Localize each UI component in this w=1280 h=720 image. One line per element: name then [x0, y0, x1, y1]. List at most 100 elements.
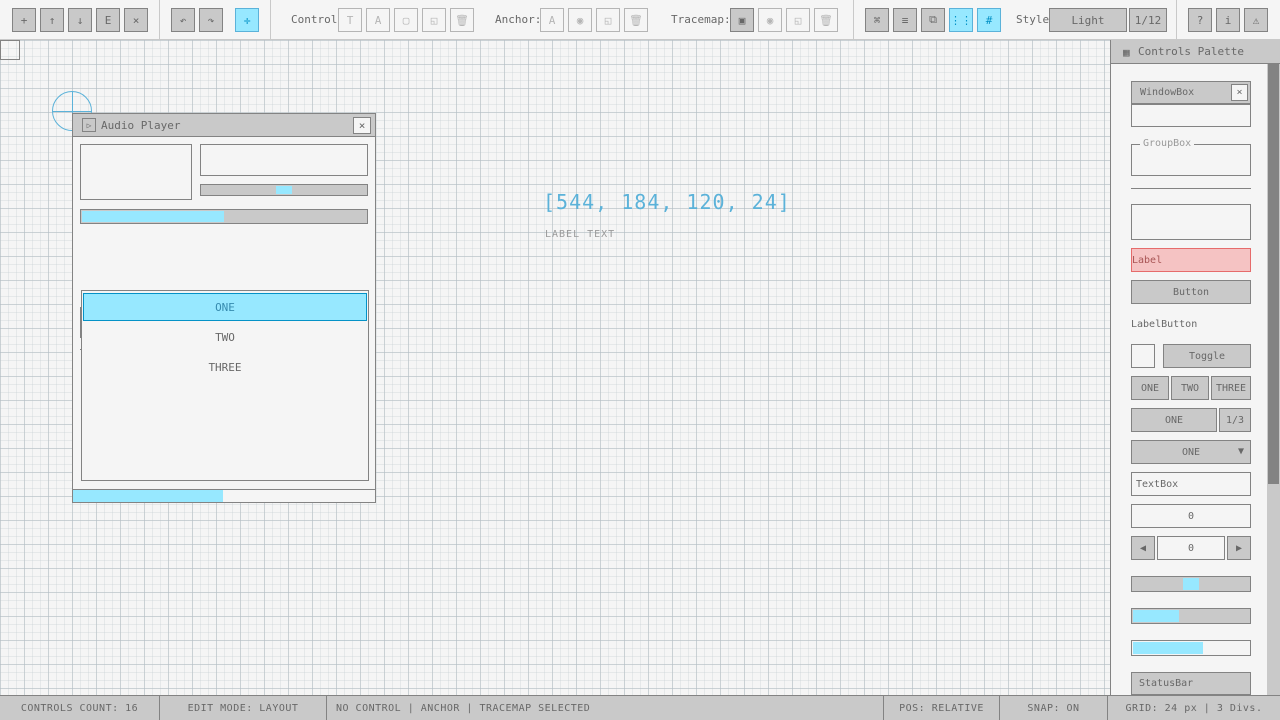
toolbar-divider [159, 0, 160, 40]
issue-button[interactable]: ⚠ [1244, 8, 1268, 32]
unlink-icon: ◱ [604, 13, 612, 27]
tracemap-delete-button[interactable]: 🗑 [814, 8, 838, 32]
palette-combobox[interactable]: ONE [1131, 408, 1217, 432]
palette-groupbox[interactable]: GroupBox [1131, 138, 1251, 176]
palette-header[interactable]: ▦ Controls Palette [1111, 40, 1280, 64]
control-text-button[interactable]: T [338, 8, 362, 32]
sliderbar-fill [1133, 610, 1179, 622]
palette-sliderbar[interactable] [1131, 608, 1251, 624]
toggle-group-three[interactable]: THREE [1211, 376, 1251, 400]
close-file-button[interactable]: × [124, 8, 148, 32]
status-grid: GRID: 24 px | 3 Divs. [1125, 702, 1263, 714]
palette-slider[interactable] [1131, 576, 1251, 592]
list-item[interactable]: THREE [83, 353, 367, 381]
palette-scrollbar[interactable] [1267, 64, 1280, 695]
toggle-group-label: TWO [1180, 382, 1200, 394]
status-progress-fill [73, 490, 223, 502]
list-item[interactable]: TWO [83, 323, 367, 351]
combobox-index[interactable]: 1/3 [1219, 408, 1251, 432]
lock-icon: ◱ [794, 13, 802, 27]
toggle-layers-button[interactable]: ⧉ [921, 8, 945, 32]
toggle-grid-button[interactable]: # [977, 8, 1001, 32]
control-delete-button[interactable]: 🗑 [450, 8, 474, 32]
control-duplicate-button[interactable]: ▢ [394, 8, 418, 32]
save-file-button[interactable]: ↓ [68, 8, 92, 32]
unlink-icon: ◱ [430, 13, 438, 27]
layout-canvas[interactable]: [544, 184, 120, 24] LABEL TEXT ▷ Audio P… [0, 40, 1110, 695]
chevron-down-icon: ▼ [1237, 446, 1244, 457]
snap-mode-button[interactable]: ✛ [235, 8, 259, 32]
text-icon: T [346, 13, 354, 27]
track-list[interactable]: ONE TWO THREE [81, 290, 369, 481]
list-item[interactable]: ONE [83, 293, 367, 321]
about-button[interactable]: i [1216, 8, 1240, 32]
palette-windowbox[interactable]: WindowBox × [1131, 81, 1251, 104]
label-text: Label [1132, 254, 1163, 266]
spinner-increment-button[interactable]: ▶ [1227, 536, 1251, 560]
window-close-button[interactable]: × [353, 117, 371, 134]
export-file-button[interactable]: E [96, 8, 120, 32]
palette-textbox[interactable]: TextBox [1131, 472, 1251, 496]
audio-player-window[interactable]: ▷ Audio Player × |< > || O >| >| SF SF O… [72, 113, 376, 503]
palette-statusbar[interactable]: StatusBar [1131, 672, 1251, 695]
slider-thumb[interactable] [1183, 578, 1199, 590]
control-name-button[interactable]: A [366, 8, 390, 32]
palette-toggle[interactable]: Toggle [1163, 344, 1251, 368]
anchor-name-button[interactable]: A [540, 8, 564, 32]
palette-valuebox[interactable]: 0 [1131, 504, 1251, 528]
playback-progress-bar[interactable] [80, 209, 368, 224]
toggle-list-button[interactable]: ≡ [893, 8, 917, 32]
anchor-unlink-button[interactable]: ◱ [596, 8, 620, 32]
palette-dropdown[interactable]: ONE ▼ [1131, 440, 1251, 464]
toggle-group-one[interactable]: ONE [1131, 376, 1169, 400]
anchor-visibility-button[interactable]: ◉ [568, 8, 592, 32]
new-file-icon: + [20, 13, 28, 27]
palette-labelbutton[interactable]: LabelButton [1131, 312, 1251, 336]
tracemap-visibility-button[interactable]: ◉ [758, 8, 782, 32]
anchor-delete-button[interactable]: 🗑 [624, 8, 648, 32]
windowbox-label: WindowBox [1140, 87, 1195, 98]
scrollbar-thumb[interactable] [1268, 64, 1279, 484]
toggle-group-label: ONE [1140, 382, 1160, 394]
new-file-button[interactable]: + [12, 8, 36, 32]
labelbutton-label: LabelButton [1131, 318, 1198, 330]
toggle-group-label: THREE [1215, 382, 1247, 394]
palette-panel[interactable] [1131, 204, 1251, 240]
toggle-grid-dots-button[interactable]: ⋮⋮ [949, 8, 973, 32]
palette-spinner[interactable]: 0 [1157, 536, 1225, 560]
window-titlebar[interactable]: ▷ Audio Player × [73, 114, 375, 137]
style-selector[interactable]: Light [1049, 8, 1127, 32]
close-icon: × [1236, 87, 1243, 98]
style-index[interactable]: 1/12 [1129, 8, 1167, 32]
spinner-decrement-button[interactable]: ◀ [1131, 536, 1155, 560]
palette-button[interactable]: Button [1131, 280, 1251, 304]
status-bar: CONTROLS COUNT: 16 EDIT MODE: LAYOUT NO … [0, 695, 1280, 720]
palette-label[interactable]: Label [1131, 248, 1251, 272]
toggle-fullscreen-button[interactable]: ⌘ [865, 8, 889, 32]
controls-palette: ▦ Controls Palette WindowBox × GroupBox … [1110, 40, 1280, 695]
expand-icon: ⌘ [873, 13, 881, 27]
close-icon: × [358, 119, 366, 132]
button-label: Button [1172, 286, 1210, 298]
tracemap-load-button[interactable]: ▣ [730, 8, 754, 32]
font-icon: A [548, 13, 556, 27]
redo-button[interactable]: ↷ [199, 8, 223, 32]
toggle-group-two[interactable]: TWO [1171, 376, 1209, 400]
info-icon: i [1224, 13, 1232, 27]
open-file-button[interactable]: ↑ [40, 8, 64, 32]
slider-thumb[interactable] [276, 186, 292, 194]
help-button[interactable]: ? [1188, 8, 1212, 32]
tracemap-lock-button[interactable]: ◱ [786, 8, 810, 32]
cover-panel[interactable] [80, 144, 192, 200]
font-icon: A [374, 13, 382, 27]
palette-title: Controls Palette [1138, 45, 1244, 58]
windowbox-close-button[interactable]: × [1231, 84, 1248, 101]
status-edit-mode: EDIT MODE: LAYOUT [160, 696, 327, 720]
palette-checkbox[interactable] [1131, 344, 1155, 368]
track-info-panel[interactable] [200, 144, 368, 176]
control-unlink-button[interactable]: ◱ [422, 8, 446, 32]
palette-progressbar [1131, 640, 1251, 656]
volume-slider[interactable] [200, 184, 368, 196]
toolbar-divider [270, 0, 271, 40]
undo-button[interactable]: ↶ [171, 8, 195, 32]
